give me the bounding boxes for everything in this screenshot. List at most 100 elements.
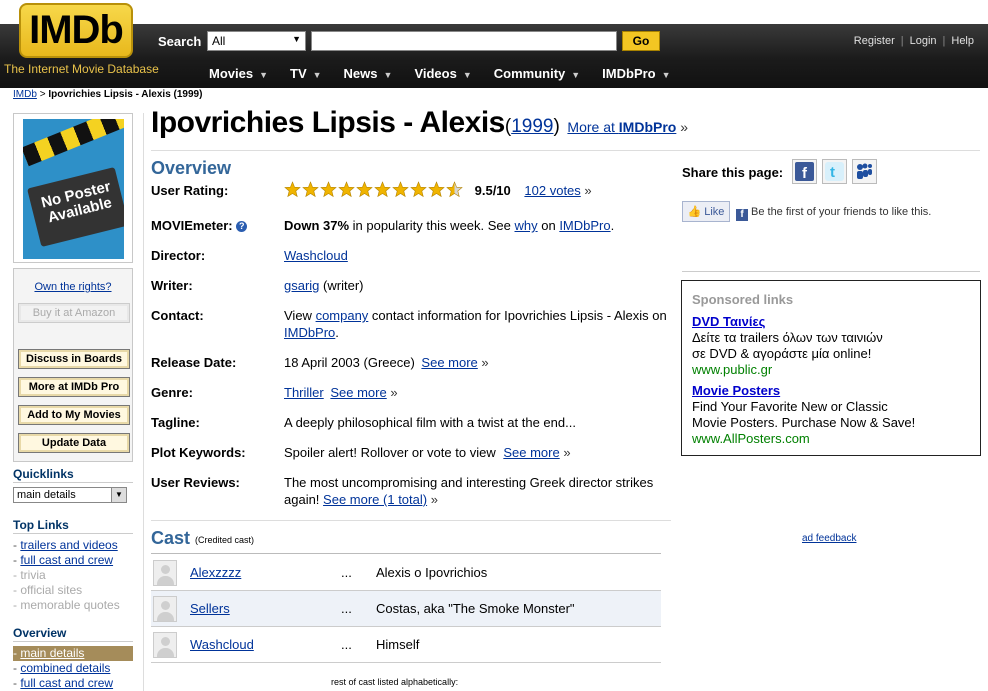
nav-tv[interactable]: TV ▼ (290, 66, 322, 81)
dropdown-arrow-icon: ▼ (292, 34, 301, 44)
chevron-down-icon: ▼ (462, 70, 472, 80)
star-icon[interactable] (356, 181, 373, 198)
site-header: IMDb The Internet Movie Database Search … (0, 0, 988, 88)
writer-label: Writer: (151, 278, 193, 293)
release-date-value: 18 April 2003 (Greece) (284, 355, 415, 370)
add-my-movies-button[interactable]: Add to My Movies (18, 405, 130, 425)
moviemeter-value: Down 37% in popularity this week. See wh… (284, 218, 615, 233)
votes-link[interactable]: 102 votes (524, 183, 580, 198)
twitter-icon[interactable]: t (822, 159, 847, 184)
overview-combined-details[interactable]: - combined details (13, 661, 133, 676)
keywords-see-more-link[interactable]: See more (503, 445, 559, 460)
star-icon[interactable] (302, 181, 319, 198)
cast-subheading: (Credited cast) (195, 535, 255, 545)
ad-url-public[interactable]: www.public.gr (692, 362, 970, 378)
star-icon[interactable] (410, 181, 427, 198)
help-icon[interactable]: ? (236, 221, 248, 232)
actor-link[interactable]: Washcloud (190, 637, 254, 652)
director-label: Director: (151, 248, 206, 263)
director-link[interactable]: Washcloud (284, 248, 348, 263)
nav-movies[interactable]: Movies ▼ (209, 66, 268, 81)
buy-amazon-button[interactable]: Buy it at Amazon (18, 303, 130, 323)
breadcrumb-current: Ipovrichies Lipsis - Alexis (1999) (48, 89, 203, 100)
facebook-like-button[interactable]: 👍 Like (682, 201, 730, 222)
overview-side-heading: Overview (13, 626, 67, 640)
star-icon[interactable] (374, 181, 391, 198)
title-year-link[interactable]: 1999 (511, 116, 553, 137)
toplink-trailers[interactable]: - trailers and videos (13, 538, 120, 553)
cast-footer: rest of cast listed alphabetically: (331, 677, 459, 687)
main-nav: Movies ▼ TV ▼ News ▼ Videos ▼ Community ▼ IMD… (209, 66, 693, 81)
discuss-boards-button[interactable]: Discuss in Boards (18, 349, 130, 369)
character-name: Himself (376, 637, 420, 652)
actor-photo-placeholder[interactable] (153, 596, 177, 622)
actor-link[interactable]: Alexzzzz (190, 565, 241, 580)
contact-imdbpro-link[interactable]: IMDbPro (284, 325, 335, 340)
nav-community[interactable]: Community ▼ (494, 66, 580, 81)
more-imdbpro-button[interactable]: More at IMDb Pro (18, 377, 130, 397)
register-link[interactable]: Register (854, 35, 895, 47)
breadcrumb-home[interactable]: IMDb (13, 89, 37, 100)
writer-link[interactable]: gsarig (284, 278, 319, 293)
genre-see-more-link[interactable]: See more (330, 385, 386, 400)
star-icon[interactable] (446, 181, 463, 198)
imdb-logo[interactable]: IMDb (19, 3, 133, 58)
star-icon[interactable] (338, 181, 355, 198)
star-icon[interactable] (284, 181, 301, 198)
user-reviews-label: User Reviews: (151, 475, 240, 490)
more-at-imdbpro-link[interactable]: More at IMDbPro » (567, 119, 688, 135)
ad-feedback-link[interactable]: ad feedback (802, 533, 857, 544)
nav-imdbpro[interactable]: IMDbPro ▼ (602, 66, 670, 81)
release-see-more-link[interactable]: See more (421, 355, 477, 370)
moviemeter-label: MOVIEmeter: ? (151, 218, 248, 233)
why-link[interactable]: why (515, 218, 538, 233)
sponsored-heading: Sponsored links (692, 292, 794, 307)
overview-main-details[interactable]: - main details (13, 646, 133, 661)
character-name: Costas, aka "The Smoke Monster" (376, 601, 575, 616)
star-icon[interactable] (320, 181, 337, 198)
star-icon[interactable] (428, 181, 445, 198)
ad-title-posters[interactable]: Movie Posters (692, 383, 970, 399)
login-link[interactable]: Login (910, 35, 937, 47)
star-icon[interactable] (392, 181, 409, 198)
contact-label: Contact: (151, 308, 204, 323)
chevron-down-icon: ▼ (259, 70, 268, 80)
actor-link[interactable]: Sellers (190, 601, 230, 616)
ad-title-dvd[interactable]: DVD Ταινίες (692, 314, 970, 330)
imdbpro-link[interactable]: IMDbPro (559, 218, 610, 233)
genre-thriller-link[interactable]: Thriller (284, 385, 324, 400)
ad-url-allposters[interactable]: www.AllPosters.com (692, 431, 970, 447)
facebook-icon[interactable]: f (792, 159, 817, 184)
cast-row: Alexzzzz ... Alexis o Ipovrichios (151, 555, 661, 591)
toplink-full-cast[interactable]: - full cast and crew (13, 553, 120, 568)
toplink-memorable-quotes: - memorable quotes (13, 598, 120, 612)
go-button[interactable]: Go (622, 31, 660, 51)
tagline-label: Tagline: (151, 415, 200, 430)
search-input[interactable] (311, 31, 617, 51)
cast-row: Washcloud ... Himself (151, 627, 661, 663)
overview-full-cast[interactable]: - full cast and crew (13, 676, 133, 691)
toplink-trivia: - trivia (13, 568, 46, 582)
quicklinks-select[interactable]: main details ▼ (13, 487, 127, 503)
rating-stars[interactable] (284, 181, 463, 198)
actions-box: Own the rights? Buy it at Amazon Discuss… (13, 268, 133, 462)
update-data-button[interactable]: Update Data (18, 433, 130, 453)
quicklinks-heading: Quicklinks (13, 467, 74, 481)
chevron-down-icon: ▼ (571, 70, 581, 80)
help-link[interactable]: Help (951, 35, 974, 47)
reviews-see-more-link[interactable]: See more (1 total) (323, 492, 427, 507)
logo-tagline: The Internet Movie Database (4, 62, 159, 76)
company-link[interactable]: company (316, 308, 369, 323)
nav-videos[interactable]: Videos ▼ (414, 66, 471, 81)
myspace-icon[interactable] (852, 159, 877, 184)
nav-news[interactable]: News ▼ (344, 66, 393, 81)
rating-score: 9.5/10 (474, 183, 511, 198)
search-category-value: All (212, 34, 226, 48)
actor-photo-placeholder[interactable] (153, 560, 177, 586)
cast-heading: Cast (151, 528, 191, 548)
search-category-select[interactable]: All ▼ (207, 31, 306, 51)
facebook-like-text: f Be the first of your friends to like th… (736, 206, 931, 221)
actor-photo-placeholder[interactable] (153, 632, 177, 658)
plot-keywords-label: Plot Keywords: (151, 445, 246, 460)
own-rights-link[interactable]: Own the rights? (34, 281, 111, 293)
